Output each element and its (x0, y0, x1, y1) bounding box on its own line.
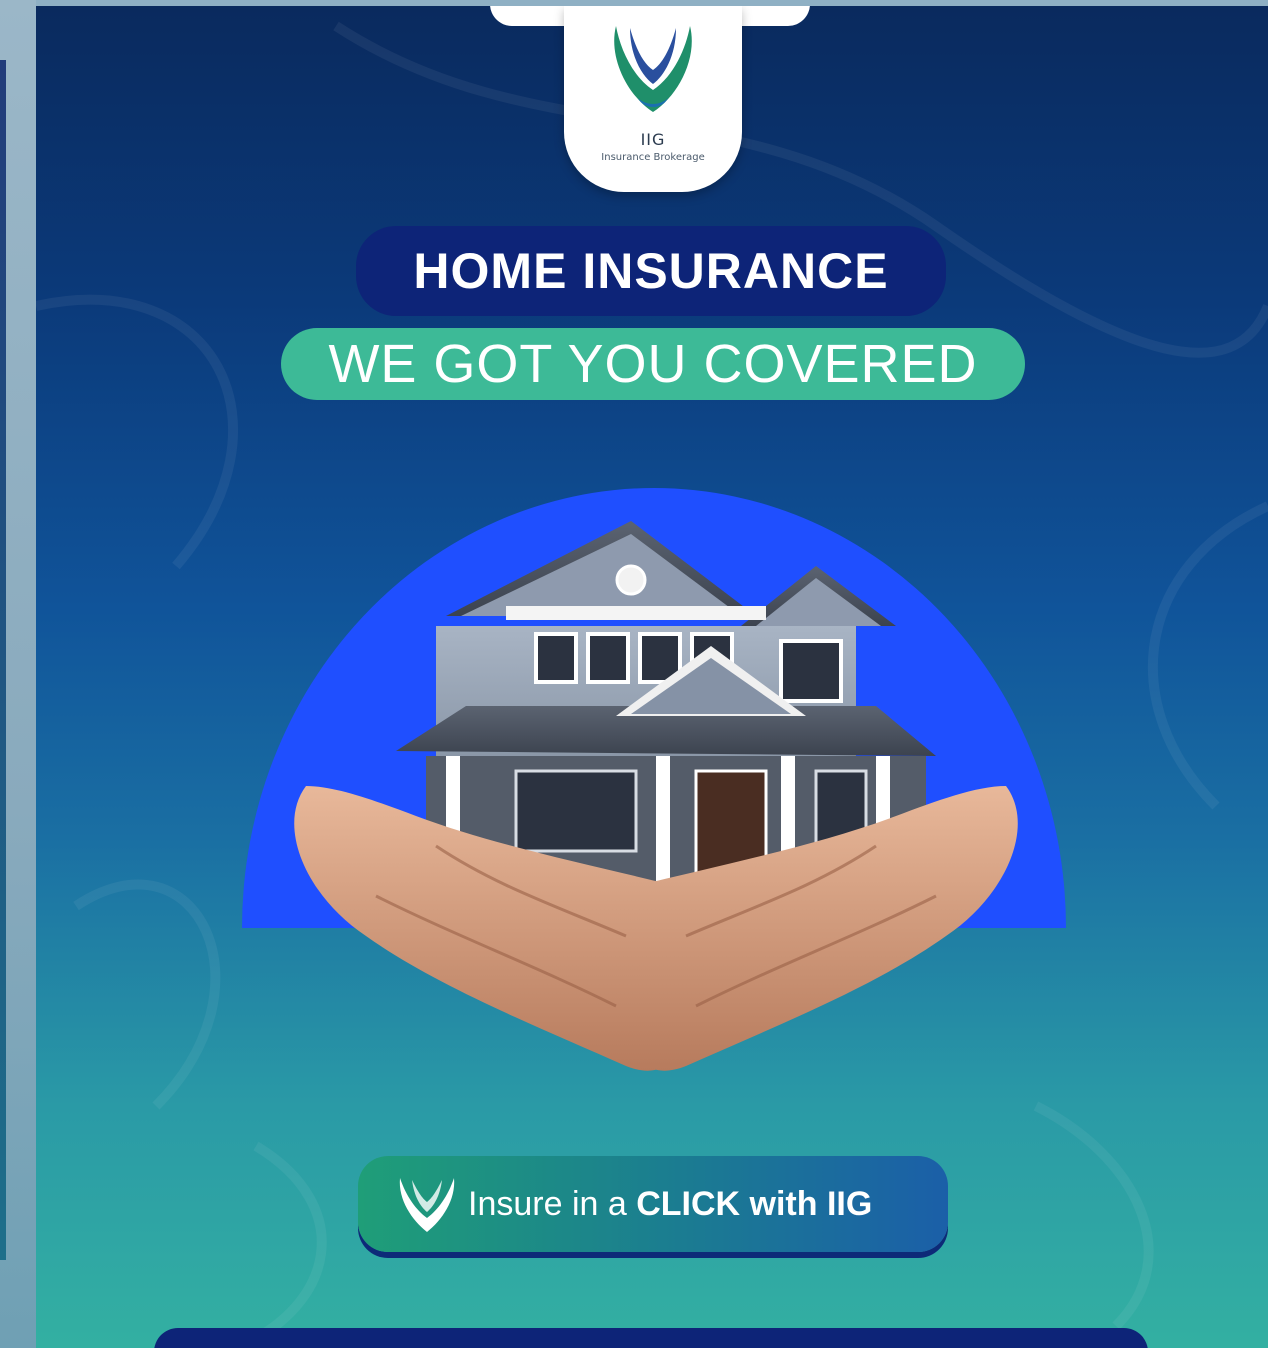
headline-pill: HOME INSURANCE (356, 226, 946, 316)
hands-holding-house-image (242, 488, 1066, 1071)
bottom-bar (154, 1328, 1148, 1348)
insure-cta-button[interactable]: Insure in a CLICK with IIG (358, 1156, 948, 1252)
logo-subtitle: Insurance Brokerage (601, 152, 705, 163)
iig-v-icon (399, 1178, 455, 1232)
home-insurance-poster: IIG Insurance Brokerage HOME INSURANCE W… (36, 6, 1268, 1348)
cta-label: Insure in a CLICK with IIG (468, 1156, 872, 1252)
cta-label-bold: CLICK with IIG (636, 1185, 873, 1223)
tagline-text: WE GOT YOU COVERED (328, 334, 978, 394)
cta-label-prefix: Insure in a (468, 1185, 637, 1223)
tagline-pill: WE GOT YOU COVERED (281, 328, 1025, 400)
headline-text: HOME INSURANCE (413, 243, 889, 299)
logo-name: IIG (640, 130, 666, 149)
edge-accent (0, 60, 6, 1260)
logo-card: IIG Insurance Brokerage (564, 6, 742, 192)
iig-v-shield-logo-icon (614, 26, 692, 112)
left-edge-strip (0, 0, 36, 1348)
